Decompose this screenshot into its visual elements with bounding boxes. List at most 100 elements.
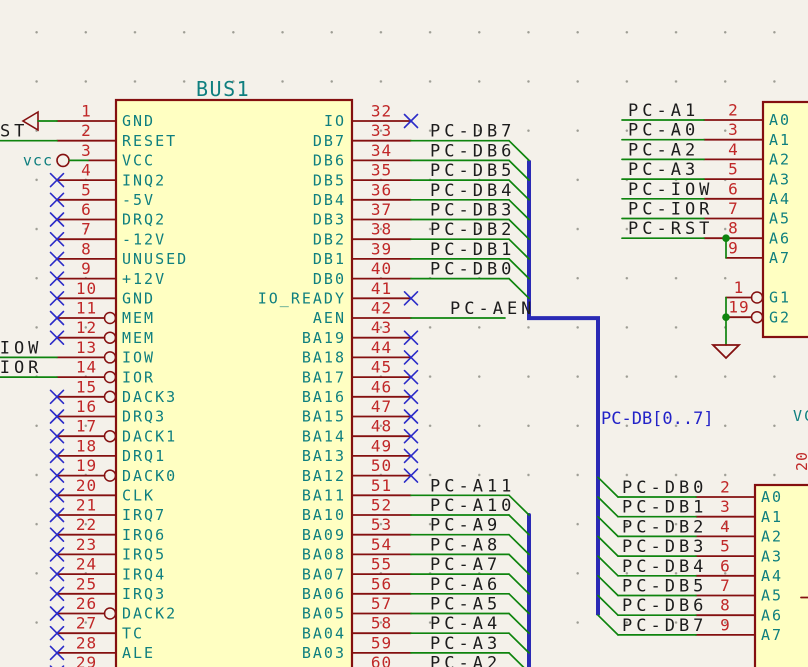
pin-name[interactable]: MEM bbox=[122, 329, 155, 347]
pin-number[interactable]: 21 bbox=[76, 496, 97, 515]
pin-number[interactable]: 23 bbox=[76, 535, 97, 554]
pin-invert-bubble[interactable] bbox=[105, 470, 116, 481]
pin-number[interactable]: 34 bbox=[371, 141, 392, 160]
net-label[interactable]: PC-A0 bbox=[628, 121, 699, 141]
pin-name[interactable]: BA08 bbox=[302, 546, 346, 564]
net-label[interactable]: PC-A3 bbox=[430, 634, 501, 654]
net-label[interactable]: PC-DB4 bbox=[430, 181, 515, 201]
pin-name[interactable]: BA15 bbox=[302, 408, 346, 426]
pin-number[interactable]: 52 bbox=[371, 496, 392, 515]
pin-invert-bubble[interactable] bbox=[752, 292, 763, 303]
pin-number[interactable]: 32 bbox=[371, 102, 392, 121]
pin-name[interactable]: +12V bbox=[122, 270, 166, 288]
pin-number[interactable]: 9 bbox=[728, 238, 739, 257]
pin-name[interactable]: BA12 bbox=[302, 467, 346, 485]
pin-number[interactable]: 2 bbox=[720, 478, 731, 497]
pin-name[interactable]: BA18 bbox=[302, 349, 346, 367]
pin-name[interactable]: AEN bbox=[313, 309, 346, 327]
pin-name[interactable]: DRQ2 bbox=[122, 211, 166, 229]
pin-number[interactable]: 38 bbox=[371, 220, 392, 239]
net-label[interactable]: PC-IOW bbox=[0, 338, 42, 358]
pin-name[interactable]: A0 bbox=[761, 488, 783, 506]
bus-entry[interactable] bbox=[509, 554, 529, 574]
pin-name[interactable]: IRQ7 bbox=[122, 506, 166, 524]
net-label[interactable]: PC-DB3 bbox=[430, 201, 515, 221]
pin-name[interactable]: DACK0 bbox=[122, 467, 177, 485]
pin-number[interactable]: 15 bbox=[76, 377, 97, 396]
pin-number[interactable]: 10 bbox=[76, 279, 97, 298]
net-label[interactable]: PC-A10 bbox=[430, 496, 515, 516]
pin-name[interactable]: A1 bbox=[761, 508, 783, 526]
pin-number[interactable]: 8 bbox=[720, 596, 731, 615]
net-label[interactable]: PC-DB5 bbox=[430, 161, 515, 181]
net-label[interactable]: PC-IOR bbox=[628, 200, 713, 220]
pin-number[interactable]: 12 bbox=[76, 318, 97, 337]
pin-name[interactable]: DB7 bbox=[313, 132, 346, 150]
pin-name[interactable]: DB6 bbox=[313, 152, 346, 170]
pin-invert-bubble[interactable] bbox=[105, 372, 116, 383]
pin-number[interactable]: 18 bbox=[76, 436, 97, 455]
net-label[interactable]: PC-RST bbox=[628, 219, 713, 239]
pin-number[interactable]: 24 bbox=[76, 555, 97, 574]
pin-name[interactable]: A1 bbox=[769, 131, 791, 149]
pin-name[interactable]: BA07 bbox=[302, 565, 346, 583]
net-label[interactable]: PC-DB4 bbox=[622, 557, 707, 577]
pin-number[interactable]: 19 bbox=[76, 456, 97, 475]
bus-entry[interactable] bbox=[598, 556, 618, 576]
net-label[interactable]: PC-DB6 bbox=[622, 596, 707, 616]
pin-name[interactable]: GND bbox=[122, 112, 155, 130]
pin-number[interactable]: 9 bbox=[720, 615, 731, 634]
bus-entry[interactable] bbox=[509, 515, 529, 535]
bus-label[interactable]: PC-DB[0..7] bbox=[601, 409, 714, 429]
pin-name[interactable]: BA09 bbox=[302, 526, 346, 544]
ground-symbol[interactable] bbox=[713, 345, 739, 358]
pin-number[interactable]: 46 bbox=[371, 377, 392, 396]
pin-name[interactable]: A4 bbox=[769, 190, 791, 208]
pin-name[interactable]: BA10 bbox=[302, 506, 346, 524]
pin-number[interactable]: 14 bbox=[76, 358, 97, 377]
pin-name[interactable]: MEM bbox=[122, 309, 155, 327]
bus-entry[interactable] bbox=[509, 279, 529, 299]
net-label[interactable]: PC-A7 bbox=[430, 555, 501, 575]
pin-name[interactable]: DB1 bbox=[313, 250, 346, 268]
pin-name[interactable]: INQ2 bbox=[122, 171, 166, 189]
pin-number[interactable]: 20 bbox=[76, 476, 97, 495]
pin-invert-bubble[interactable] bbox=[105, 352, 116, 363]
pin-name[interactable]: IRQ3 bbox=[122, 585, 166, 603]
pin-name[interactable]: DB4 bbox=[313, 191, 346, 209]
pin-name[interactable]: BA05 bbox=[302, 605, 346, 623]
net-label[interactable]: PC-IOW bbox=[628, 180, 713, 200]
pin-name[interactable]: IRQ5 bbox=[122, 546, 166, 564]
net-label[interactable]: PC-DB5 bbox=[622, 577, 707, 597]
net-label[interactable]: PC-A4 bbox=[430, 614, 501, 634]
pin-number[interactable]: 36 bbox=[371, 180, 392, 199]
pin-name[interactable]: BA14 bbox=[302, 427, 346, 445]
net-label[interactable]: PC-DB3 bbox=[622, 537, 707, 557]
net-label[interactable]: PC-A1 bbox=[628, 101, 699, 121]
pin-name[interactable]: A3 bbox=[769, 170, 791, 188]
bus-entry[interactable] bbox=[509, 633, 529, 653]
bus-entry[interactable] bbox=[598, 517, 618, 537]
pin-name[interactable]: CLK bbox=[122, 487, 155, 505]
pin-number[interactable]: 53 bbox=[371, 515, 392, 534]
pin-number[interactable]: 22 bbox=[76, 515, 97, 534]
pin-number[interactable]: 51 bbox=[371, 476, 392, 495]
bus-entry[interactable] bbox=[598, 596, 618, 616]
pin-name[interactable]: IRQ4 bbox=[122, 565, 166, 583]
pin-number[interactable]: 19 bbox=[728, 298, 749, 317]
pin-invert-bubble[interactable] bbox=[105, 608, 116, 619]
pin-name[interactable]: IOR bbox=[122, 368, 155, 386]
pin-number[interactable]: 37 bbox=[371, 200, 392, 219]
bus-entry[interactable] bbox=[598, 477, 618, 497]
bus-entry[interactable] bbox=[509, 614, 529, 634]
pin-number[interactable]: 16 bbox=[76, 397, 97, 416]
power-pin-name[interactable]: VCC bbox=[793, 407, 808, 425]
net-label[interactable]: PC-DB7 bbox=[622, 616, 707, 636]
pin-name[interactable]: IRQ6 bbox=[122, 526, 166, 544]
net-label[interactable]: PC-A9 bbox=[430, 516, 501, 536]
pin-name[interactable]: BA16 bbox=[302, 388, 346, 406]
pin-name[interactable]: DB0 bbox=[313, 270, 346, 288]
pin-name[interactable]: G1 bbox=[769, 289, 791, 307]
net-label[interactable]: PC-A3 bbox=[628, 160, 699, 180]
pin-number[interactable]: 28 bbox=[76, 633, 97, 652]
